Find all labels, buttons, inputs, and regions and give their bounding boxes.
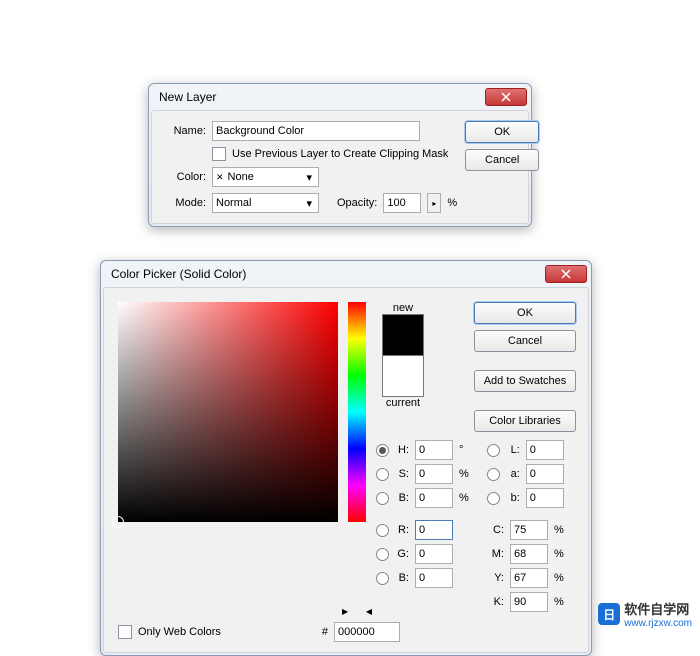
hue-arrow-right-icon: ◀ [366, 607, 372, 616]
a-input[interactable] [526, 464, 564, 484]
saturation-value-field[interactable] [118, 302, 338, 522]
b-lab-input[interactable] [526, 488, 564, 508]
r-radio[interactable] [376, 524, 389, 537]
mode-dropdown[interactable]: Normal ▾ [212, 193, 319, 213]
current-color-swatch[interactable] [382, 356, 424, 397]
hex-prefix: # [322, 626, 328, 638]
chevron-down-icon: ▾ [302, 171, 316, 184]
new-layer-dialog: New Layer Name: Use Previous Layer to Cr… [148, 83, 532, 227]
dialog-title: New Layer [159, 90, 485, 104]
s-radio[interactable] [376, 468, 389, 481]
cancel-button[interactable]: Cancel [474, 330, 576, 352]
opacity-unit: % [447, 197, 457, 209]
g-radio[interactable] [376, 548, 389, 561]
color-dropdown[interactable]: ✕ None ▾ [212, 167, 319, 187]
b-rgb-input[interactable] [415, 568, 453, 588]
color-value: None [228, 171, 254, 183]
opacity-label: Opacity: [337, 197, 377, 209]
a-radio[interactable] [487, 468, 500, 481]
close-button[interactable] [485, 88, 527, 106]
mode-value: Normal [216, 197, 251, 209]
color-picker-dialog: Color Picker (Solid Color) ▶ ◀ new curre… [100, 260, 592, 656]
s-input[interactable] [415, 464, 453, 484]
dialog-body: ▶ ◀ new current OK Cancel Add to Swat [103, 287, 589, 653]
ok-button[interactable]: OK [465, 121, 539, 143]
r-input[interactable] [415, 520, 453, 540]
add-swatches-button[interactable]: Add to Swatches [474, 370, 576, 392]
hue-slider[interactable] [348, 302, 366, 522]
b-hsb-input[interactable] [415, 488, 453, 508]
logo-icon: 日 [598, 603, 620, 625]
hex-input[interactable] [334, 622, 400, 642]
opacity-input[interactable] [383, 193, 421, 213]
footer-text: 软件自学网 [624, 599, 692, 618]
close-icon [561, 269, 571, 279]
dialog-title: Color Picker (Solid Color) [111, 267, 545, 281]
k-input[interactable] [510, 592, 548, 612]
h-radio[interactable] [376, 444, 389, 457]
m-input[interactable] [510, 544, 548, 564]
footer-url: www.rjzxw.com [624, 618, 692, 629]
cancel-button[interactable]: Cancel [465, 149, 539, 171]
color-libraries-button[interactable]: Color Libraries [474, 410, 576, 432]
opacity-flyout[interactable]: ▸ [427, 193, 441, 213]
name-input[interactable] [212, 121, 420, 141]
new-color-swatch[interactable] [382, 314, 424, 356]
none-icon: ✕ [216, 172, 224, 183]
clip-mask-label: Use Previous Layer to Create Clipping Ma… [232, 148, 448, 160]
c-input[interactable] [510, 520, 548, 540]
b-hsb-radio[interactable] [376, 492, 389, 505]
chevron-down-icon: ▾ [302, 197, 316, 210]
close-icon [501, 92, 511, 102]
l-input[interactable] [526, 440, 564, 460]
only-web-label: Only Web Colors [138, 626, 221, 638]
titlebar[interactable]: Color Picker (Solid Color) [101, 261, 591, 285]
b-lab-radio[interactable] [487, 492, 500, 505]
watermark: 日 软件自学网 www.rjzxw.com [598, 599, 692, 629]
current-label: current [382, 397, 424, 409]
dialog-body: Name: Use Previous Layer to Create Clipp… [151, 110, 529, 224]
name-label: Name: [162, 125, 206, 137]
y-input[interactable] [510, 568, 548, 588]
sv-picker-icon [112, 516, 124, 528]
hue-arrow-left-icon: ▶ [342, 607, 348, 616]
g-input[interactable] [415, 544, 453, 564]
color-label: Color: [162, 171, 206, 183]
b-rgb-radio[interactable] [376, 572, 389, 585]
titlebar[interactable]: New Layer [149, 84, 531, 108]
ok-button[interactable]: OK [474, 302, 576, 324]
clip-mask-checkbox[interactable] [212, 147, 226, 161]
new-label: new [382, 302, 424, 314]
l-radio[interactable] [487, 444, 500, 457]
mode-label: Mode: [162, 197, 206, 209]
h-input[interactable] [415, 440, 453, 460]
close-button[interactable] [545, 265, 587, 283]
